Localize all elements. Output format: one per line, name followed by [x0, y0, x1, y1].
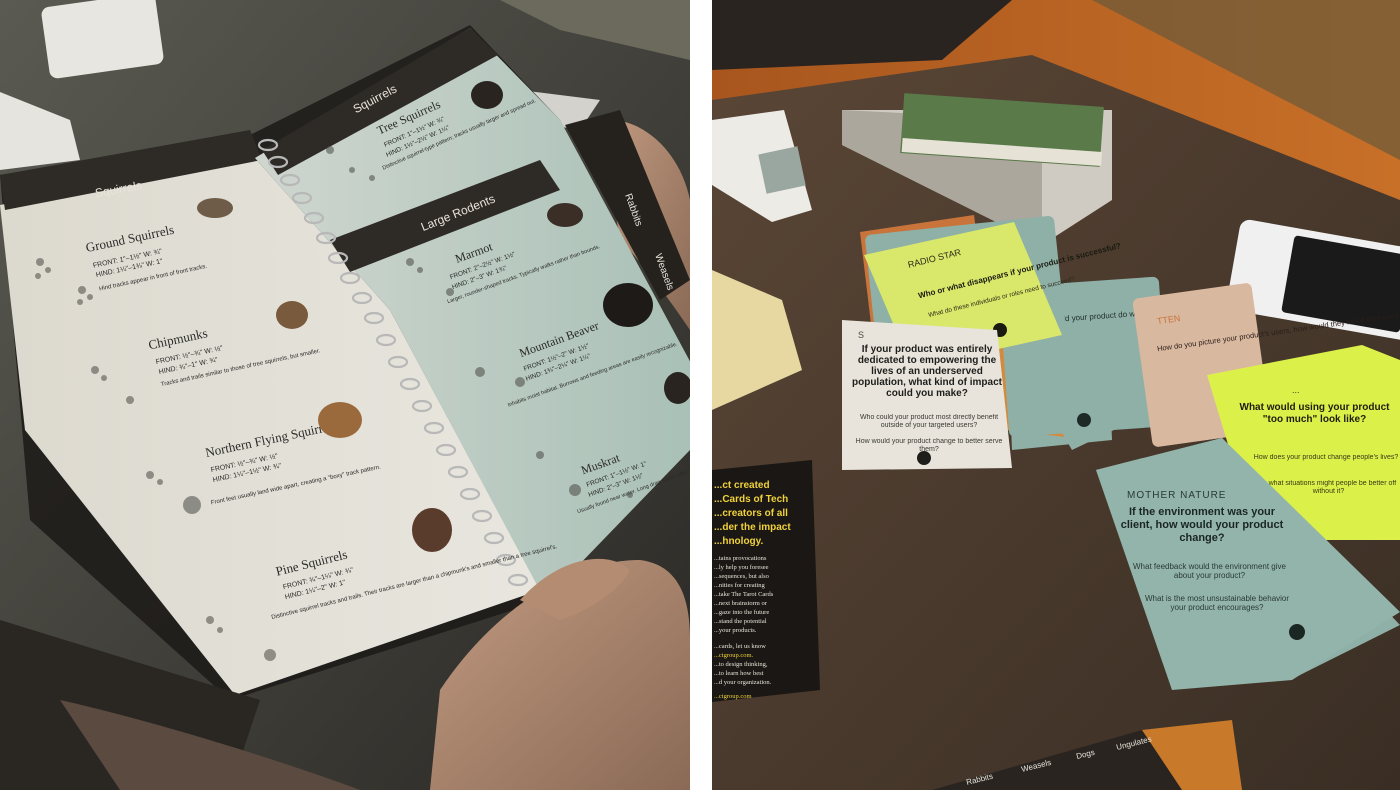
pine-squirrel-illustration: [412, 508, 452, 552]
eye-icon: [917, 451, 931, 465]
black-card-url-2: ...ctgroup.com: [714, 693, 752, 700]
mother-nature-sub2: What is the most unsustainable behavior …: [1144, 594, 1290, 612]
mother-nature-question: If the environment was your client, how …: [1120, 506, 1284, 544]
tree-squirrel-illustration: [471, 81, 503, 109]
device-screen: [758, 146, 806, 194]
black-card-line-4: ...der the impact: [714, 522, 791, 533]
black-card-footer-2: ...to design thinking,: [714, 661, 768, 668]
black-card-line-5: ...hnology.: [714, 536, 763, 547]
black-card-body-1: ...tains provocations: [714, 555, 767, 562]
left-photo-field-guide: Squirrels Squirrels Large Rodents Rabbit…: [0, 0, 690, 790]
black-card-line-2: ...Cards of Tech: [714, 494, 788, 505]
black-card-body-5: ...take The Tarot Cards: [714, 591, 774, 598]
marmot-illustration: [547, 203, 583, 227]
underserved-question: If your product was entirely dedicated t…: [852, 344, 1002, 399]
black-card-footer-3: ...to learn how best: [714, 670, 764, 677]
mother-nature-sub1: What feedback would the environment give…: [1133, 562, 1286, 580]
black-card-body-4: ...nities for creating: [714, 582, 765, 589]
eye-icon: [1077, 413, 1091, 427]
excess-title: ...: [1292, 385, 1300, 395]
mother-nature-title: MOTHER NATURE: [1127, 490, 1226, 501]
right-photo-tarot-cards: ...ct created ...Cards of Tech ...creato…: [712, 0, 1400, 790]
black-card-body-2: ...ly help you foresee: [714, 564, 769, 571]
black-card-body-6: ...next brainstorm or: [714, 600, 768, 607]
excess-question: What would using your product "too much"…: [1239, 402, 1390, 425]
black-info-card: ...ct created ...Cards of Tech ...creato…: [712, 460, 820, 702]
photo-collage: Squirrels Squirrels Large Rodents Rabbit…: [0, 0, 1400, 790]
black-card-footer-4: ...d your organization.: [714, 679, 772, 686]
mountain-beaver-illustration: [603, 283, 653, 327]
eye-icon: [1289, 624, 1305, 640]
underserved-sub1: Who could your product most directly ben…: [859, 414, 999, 429]
black-card-body-7: ...gaze into the future: [714, 609, 769, 616]
underserved-title: S: [858, 330, 864, 340]
field-guide-scene: Squirrels Squirrels Large Rodents Rabbit…: [0, 0, 690, 790]
black-card-body-9: ...your products.: [714, 627, 757, 634]
black-card-footer-1: ...cards, let us know: [714, 643, 766, 650]
ground-squirrel-illustration: [197, 198, 233, 218]
underserved-card: S If your product was entirely dedicated…: [842, 320, 1012, 470]
chipmunk-illustration: [276, 301, 308, 329]
black-card-body-8: ...stand the potential: [714, 618, 767, 625]
black-card-url-1: ...ctgroup.com.: [714, 652, 754, 659]
black-card-line-3: ...creators of all: [714, 508, 788, 519]
tarot-cards-scene: ...ct created ...Cards of Tech ...creato…: [712, 0, 1400, 790]
photo-gutter: [690, 0, 712, 790]
flying-squirrel-illustration: [318, 402, 362, 438]
underserved-sub2: How would your product change to better …: [855, 438, 1003, 453]
excess-sub1: How does your product change people's li…: [1253, 454, 1399, 461]
black-card-body-3: ...sequences, but also: [714, 573, 769, 580]
black-card-line-1: ...ct created: [714, 480, 770, 491]
